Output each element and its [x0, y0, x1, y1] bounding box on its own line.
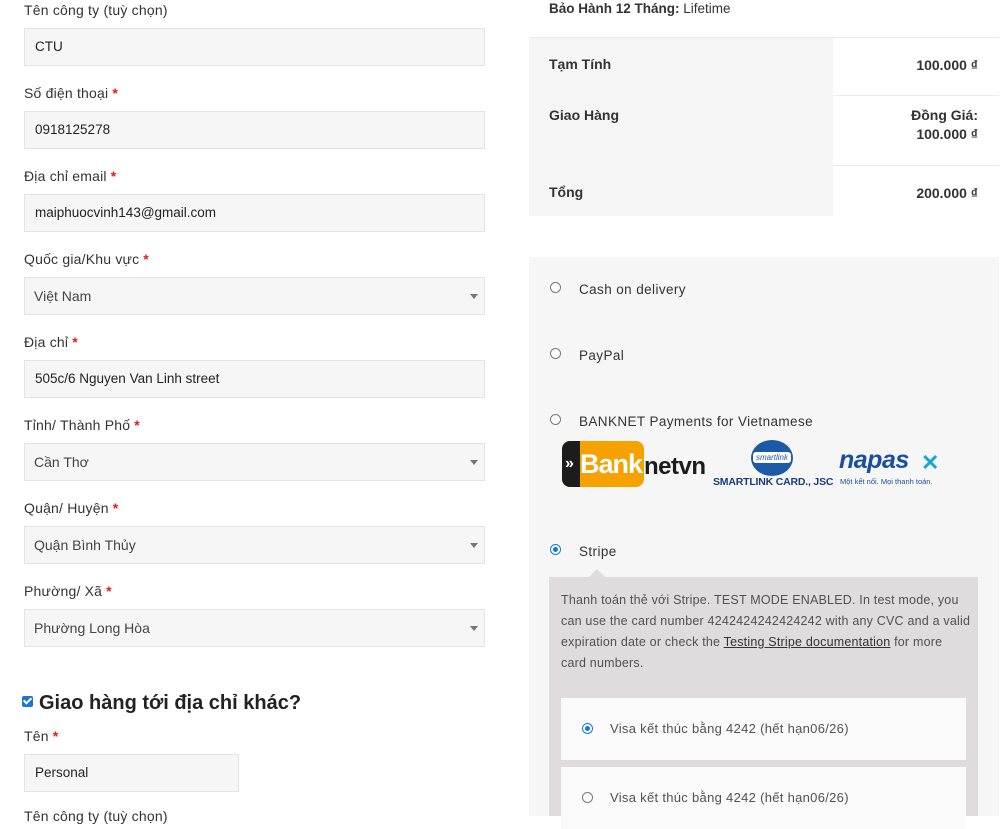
saved-card-label: Visa kết thúc bằng 4242 (hết hạn06/26) [610, 790, 849, 805]
paypal-radio[interactable] [550, 348, 561, 359]
city-label: Tỉnh/ Thành Phố * [24, 417, 140, 433]
total-label: Tổng [549, 184, 584, 200]
shipping-name-label: Tên * [24, 728, 59, 744]
company-label: Tên công ty (tuỳ chọn) [24, 2, 168, 18]
total-value: 200.000 ₫ [916, 185, 978, 201]
chevron-down-icon [470, 626, 478, 631]
saved-card-option[interactable]: Visa kết thúc bằng 4242 (hết hạn06/26) [561, 767, 966, 829]
shipping-name-input[interactable]: Personal [24, 754, 239, 792]
stripe-radio[interactable] [550, 544, 561, 555]
saved-card-option[interactable]: Visa kết thúc bằng 4242 (hết hạn06/26) [561, 698, 966, 760]
company-input[interactable]: CTU [24, 28, 485, 66]
address-label: Địa chỉ * [24, 334, 78, 350]
napas-logo: napas ✕ Một kết nối. Mọi thanh toán. [839, 446, 940, 486]
ward-select[interactable]: Phường Long Hòa [24, 609, 485, 647]
subtotal-value: 100.000 ₫ [916, 57, 978, 73]
shipping-fee-label: Giao Hàng [549, 107, 620, 123]
payment-method-cod[interactable]: Cash on delivery [579, 282, 686, 297]
country-select[interactable]: Việt Nam [24, 277, 485, 315]
subtotal-label: Tạm Tính [549, 56, 612, 72]
saved-card-radio[interactable] [582, 723, 593, 734]
warranty-meta: Bảo Hành 12 Tháng: Lifetime [549, 1, 731, 16]
checkbox-checked-icon[interactable] [22, 696, 33, 708]
chevron-down-icon [470, 460, 478, 465]
divider [833, 95, 999, 96]
saved-card-radio[interactable] [582, 792, 593, 803]
phone-input[interactable]: 0918125278 [24, 111, 485, 149]
email-input[interactable]: maiphuocvinh143@gmail.com [24, 194, 485, 232]
ward-label: Phường/ Xã * [24, 583, 112, 599]
payment-method-paypal[interactable]: PayPal [579, 348, 624, 363]
chevron-down-icon [470, 543, 478, 548]
banknet-logo: » Bank netvn [562, 441, 712, 489]
chevron-down-icon [470, 294, 478, 299]
email-label: Địa chỉ email * [24, 168, 117, 184]
city-select[interactable]: Cần Thơ [24, 443, 485, 481]
stripe-payment-box: Thanh toán thẻ với Stripe. TEST MODE ENA… [549, 569, 978, 829]
divider [833, 165, 999, 166]
warranty-label: Bảo Hành 12 Tháng: [549, 1, 680, 16]
district-label: Quận/ Huyện * [24, 500, 119, 516]
payment-method-stripe[interactable]: Stripe [579, 544, 617, 559]
stripe-docs-link[interactable]: Testing Stripe documentation [724, 635, 891, 649]
stripe-description: Thanh toán thẻ với Stripe. TEST MODE ENA… [561, 593, 971, 670]
saved-card-label: Visa kết thúc bằng 4242 (hết hạn06/26) [610, 721, 849, 736]
warranty-value: Lifetime [683, 1, 731, 16]
country-label: Quốc gia/Khu vực * [24, 251, 149, 267]
cod-radio[interactable] [550, 282, 561, 293]
phone-label: Số điện thoại * [24, 85, 118, 101]
district-select[interactable]: Quận Bình Thủy [24, 526, 485, 564]
shipping-company-label: Tên công ty (tuỳ chọn) [24, 808, 168, 824]
smartlink-logo: smartlink SMARTLINK CARD., JSC [712, 440, 834, 492]
address-input[interactable]: 505c/6 Nguyen Van Linh street [24, 360, 485, 398]
shipping-fee-value: Đồng Giá: 100.000 ₫ [911, 107, 978, 142]
banknet-radio[interactable] [550, 414, 561, 425]
payment-method-banknet[interactable]: BANKNET Payments for Vietnamese [579, 414, 813, 429]
ship-to-different-address-toggle[interactable]: Giao hàng tới địa chỉ khác? [22, 692, 301, 715]
